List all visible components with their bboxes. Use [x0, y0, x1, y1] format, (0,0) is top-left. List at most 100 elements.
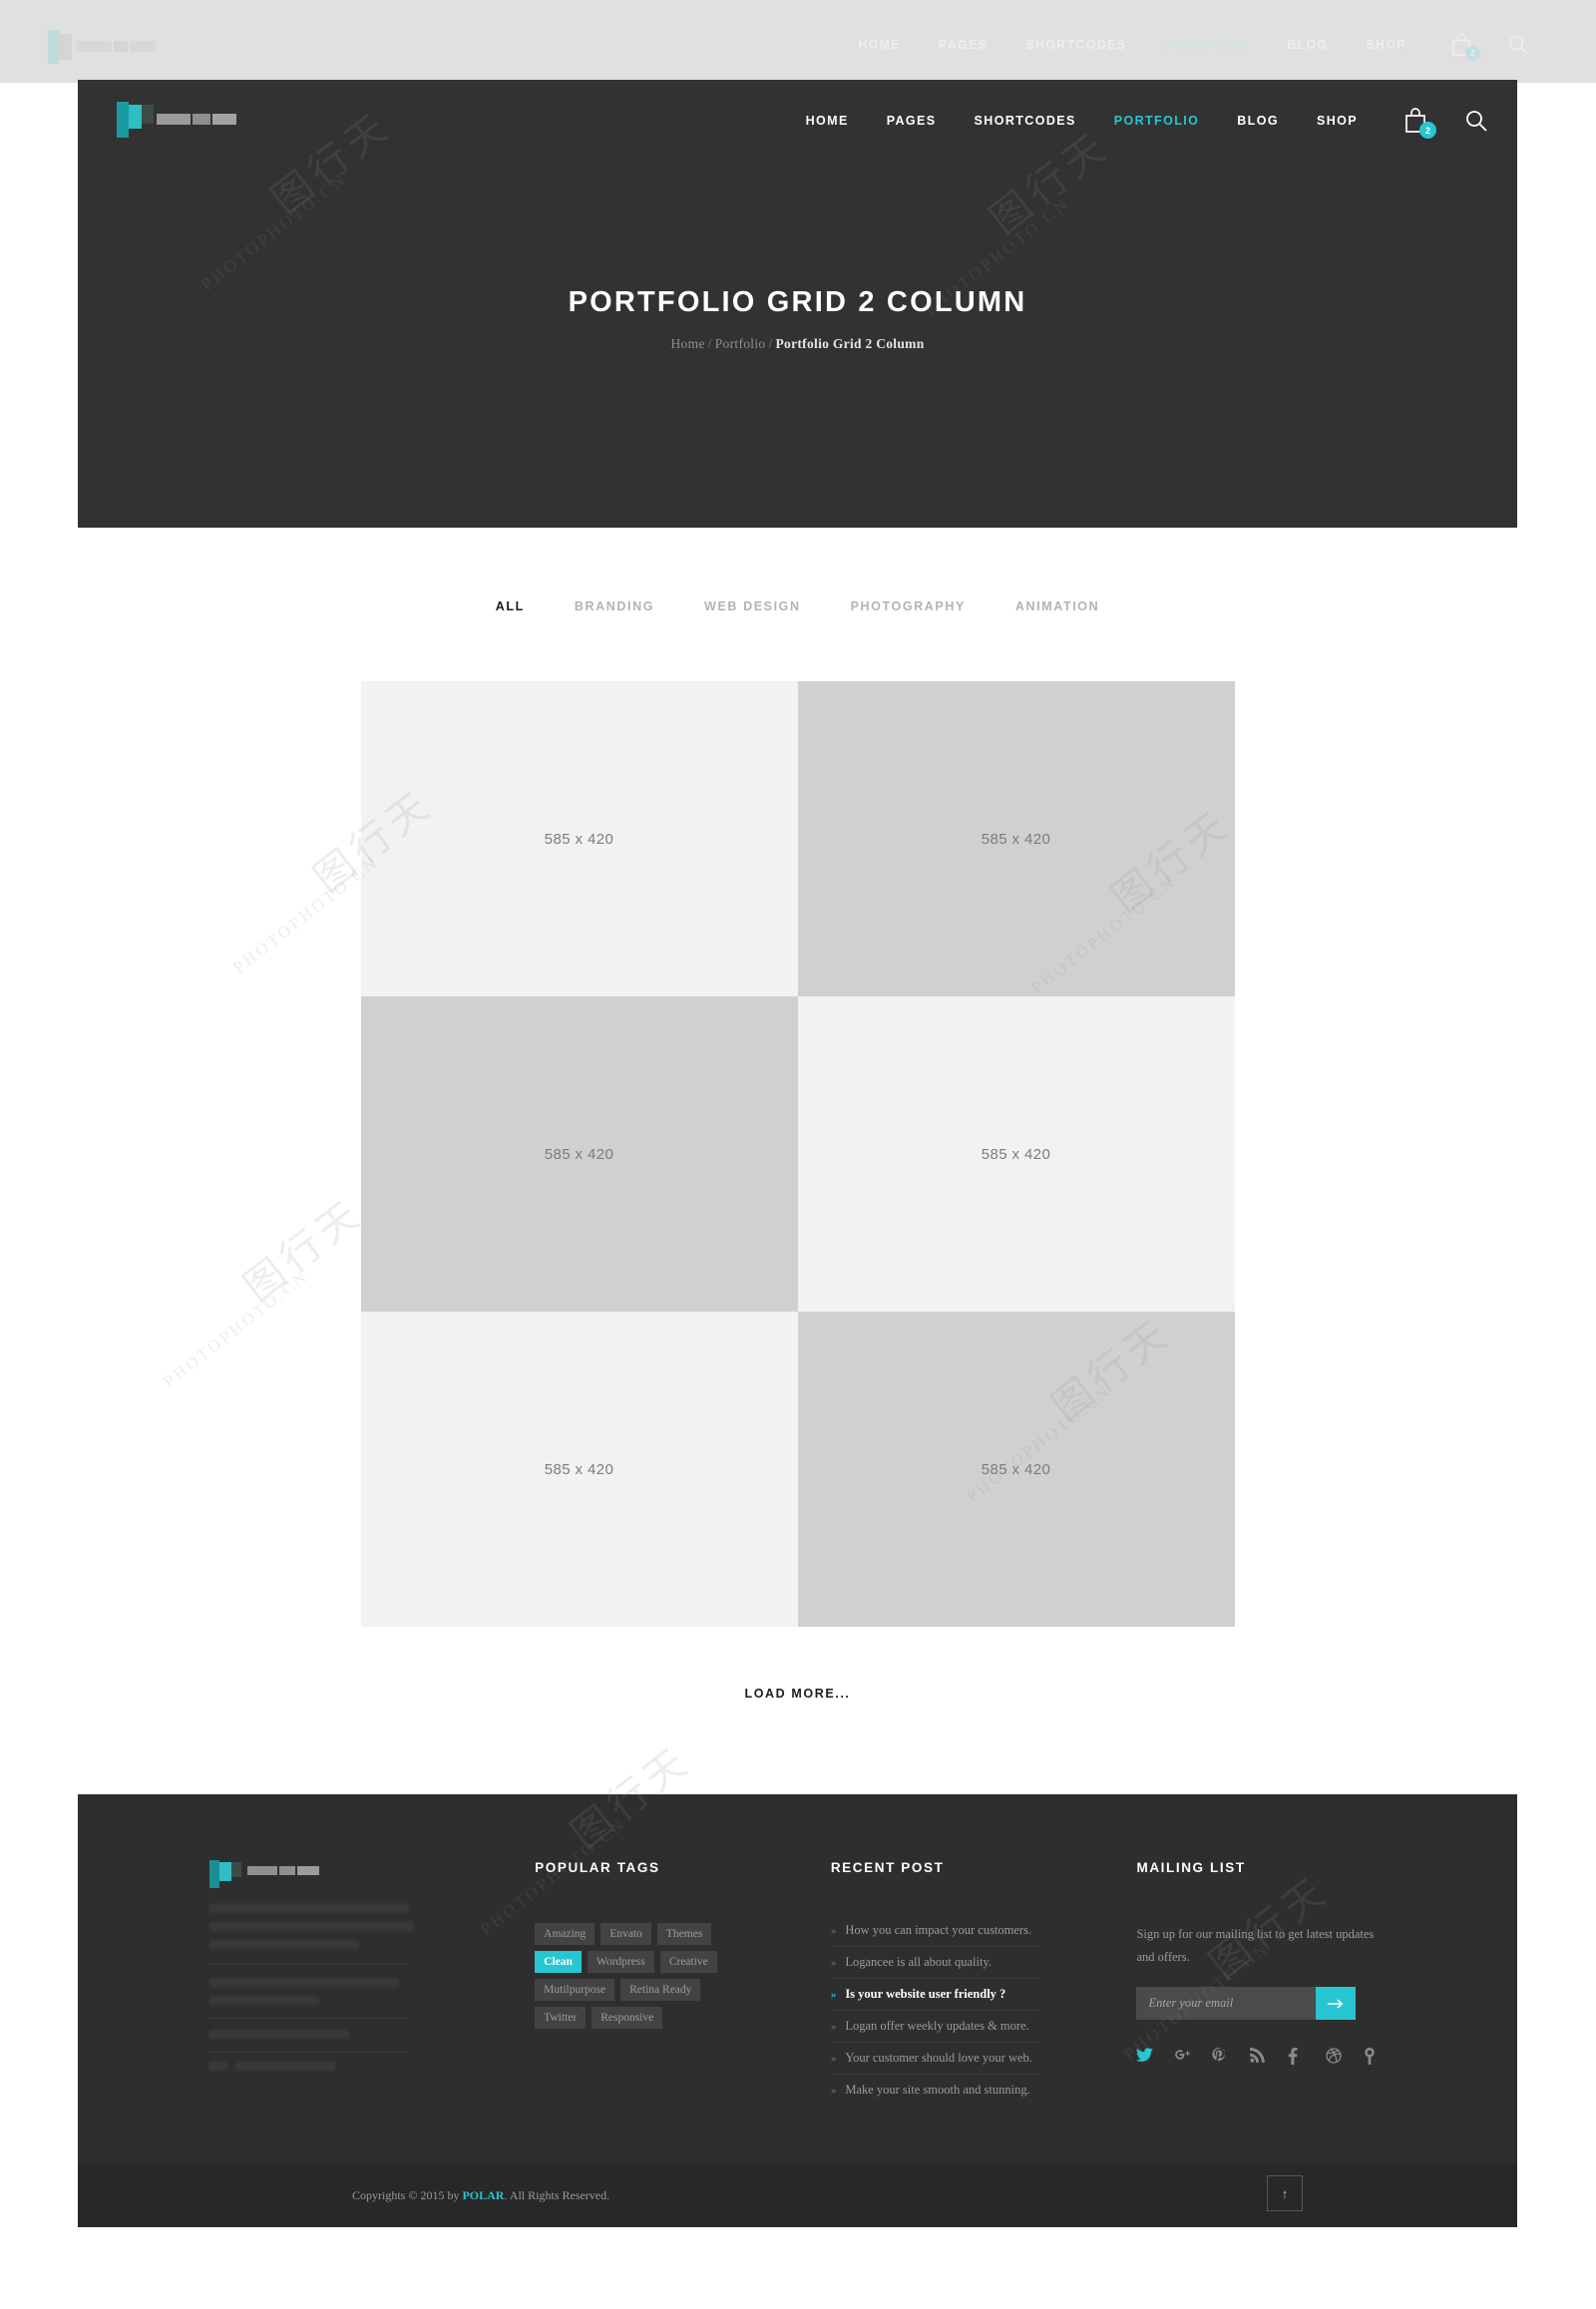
tag-list: Amazing Envato Themes Clean Wordpress Cr… — [535, 1923, 734, 2029]
bottom-ghost-text — [0, 2271, 1596, 2283]
ghost-nav-shop: SHOP — [1366, 38, 1406, 52]
ghost-nav-home: HOME — [858, 38, 901, 52]
nav-item-portfolio[interactable]: PORTFOLIO — [1114, 114, 1200, 128]
ghost-shopping-bag-icon: 2 — [1450, 33, 1480, 61]
tags-heading: POPULAR TAGS — [535, 1860, 660, 1875]
nav-item-pages[interactable]: PAGES — [887, 114, 937, 128]
email-input[interactable] — [1136, 1987, 1317, 2021]
mailing-form — [1136, 1987, 1357, 2021]
tag-envato[interactable]: Envato — [600, 1923, 651, 1945]
tag-wordpress[interactable]: Wordpress — [587, 1951, 654, 1973]
portfolio-item[interactable]: 585 x 420 — [797, 996, 1235, 1312]
tag-amazing[interactable]: Amazing — [535, 1923, 596, 1945]
recent-post-label: Logancee is all about quality. — [845, 1955, 993, 1969]
portfolio-item[interactable]: 585 x 420 — [360, 1312, 798, 1627]
portfolio-filters: ALL BRANDING WEB DESIGN PHOTOGRAPHY ANIM… — [78, 599, 1517, 613]
breadcrumb-portfolio[interactable]: Portfolio — [715, 336, 766, 351]
bottom-ghost-band — [0, 2226, 1596, 2309]
back-to-top-button[interactable]: ↑ — [1267, 2175, 1303, 2211]
arrow-right-icon — [1328, 1999, 1344, 2009]
recent-post-item[interactable]: » Your customer should love your web. — [830, 2043, 1040, 2075]
bullet-icon: » — [830, 2053, 837, 2065]
load-more-wrapper: LOAD MORE... — [78, 1685, 1517, 1794]
twitter-icon[interactable] — [1136, 2048, 1154, 2064]
site-footer: POPULAR TAGS Amazing Envato Themes Clean… — [78, 1737, 1517, 2227]
ghost-cart-badge: 2 — [1465, 46, 1480, 61]
filter-photography[interactable]: PHOTOGRAPHY — [851, 599, 966, 613]
main-navigation: HOME PAGES SHORTCODES PORTFOLIO BLOG SHO… — [768, 80, 1487, 162]
ghost-nav-pages: PAGES — [938, 38, 989, 52]
copyright-prefix: Copyrights © 2015 by — [352, 2187, 463, 2202]
breadcrumb: Home / Portfolio / Portfolio Grid 2 Column — [670, 336, 924, 352]
footer-recent-column: RECENT POST » How you can impact your cus… — [830, 1860, 1040, 2106]
footer-columns: POPULAR TAGS Amazing Envato Themes Clean… — [208, 1860, 1387, 2106]
bullet-icon: » — [830, 2085, 837, 2097]
ghost-logo — [40, 28, 219, 66]
nav-item-home[interactable]: HOME — [806, 114, 849, 128]
page-title: PORTFOLIO GRID 2 COLUMN — [568, 285, 1027, 318]
cart-count-badge: 2 — [1419, 122, 1436, 139]
social-links — [1136, 2048, 1386, 2066]
recent-post-item[interactable]: » Logancee is all about quality. — [830, 1947, 1040, 1979]
tag-clean[interactable]: Clean — [535, 1951, 582, 1973]
mailing-submit-button[interactable] — [1316, 1987, 1357, 2021]
mailing-description: Sign up for our mailing list to get late… — [1136, 1927, 1375, 1965]
shopping-bag-icon[interactable]: 2 — [1403, 108, 1436, 139]
recent-post-item[interactable]: » Logan offer weekly updates & more. — [830, 2011, 1040, 2043]
facebook-icon[interactable] — [1288, 2048, 1304, 2066]
nav-item-blog[interactable]: BLOG — [1237, 114, 1279, 128]
portfolio-item[interactable]: 585 x 420 — [797, 1312, 1235, 1627]
pinterest-icon[interactable] — [1212, 2048, 1228, 2064]
breadcrumb-sep-1: / — [707, 335, 712, 351]
top-ghost-band: HOME PAGES SHORTCODES PORTFOLIO BLOG SHO… — [0, 0, 1596, 83]
tag-creative[interactable]: Creative — [659, 1951, 717, 1973]
copyright-brand[interactable]: POLAR — [462, 2188, 504, 2202]
recent-post-label: Your customer should love your web. — [845, 2051, 1032, 2065]
recent-heading: RECENT POST — [830, 1860, 945, 1875]
recent-post-list: » How you can impact your customers. » Log… — [830, 1923, 1040, 2106]
footer-about-blurred — [208, 1860, 424, 2075]
recent-post-item[interactable]: » Make your site smooth and stunning. — [831, 2075, 1040, 2106]
site-logo[interactable] — [113, 102, 282, 138]
site-body: ALL BRANDING WEB DESIGN PHOTOGRAPHY ANIM… — [78, 528, 1517, 1794]
nav-item-shop[interactable]: SHOP — [1317, 114, 1358, 128]
ghost-search-icon — [1508, 35, 1528, 55]
rss-icon[interactable] — [1250, 2048, 1266, 2064]
tag-twitter[interactable]: Twitter — [535, 2007, 587, 2029]
mailing-heading: MAILING LIST — [1136, 1860, 1246, 1875]
copyright-bar: Copyrights © 2015 by POLAR. All Rights R… — [78, 2163, 1517, 2227]
recent-post-label: Is your website user friendly ? — [845, 1987, 1006, 2001]
ghost-nav: HOME PAGES SHORTCODES PORTFOLIO BLOG SHO… — [820, 33, 1528, 61]
nav-item-shortcodes[interactable]: SHORTCODES — [975, 114, 1076, 128]
portfolio-item[interactable]: 585 x 420 — [360, 996, 798, 1312]
tag-retina-ready[interactable]: Retina Ready — [620, 1979, 701, 2001]
recent-post-label: How you can impact your customers. — [845, 1923, 1032, 1937]
footer-mailing-column: MAILING LIST Sign up for our mailing lis… — [1136, 1860, 1386, 2066]
google-plus-icon[interactable] — [1174, 2048, 1191, 2064]
ghost-nav-shortcodes: SHORTCODES — [1025, 38, 1127, 52]
search-icon[interactable] — [1465, 110, 1487, 132]
portfolio-item[interactable]: 585 x 420 — [797, 681, 1235, 996]
filter-branding[interactable]: BRANDING — [575, 599, 654, 613]
footer-logo[interactable] — [208, 1860, 339, 1890]
filter-animation[interactable]: ANIMATION — [1015, 599, 1099, 613]
breadcrumb-current: Portfolio Grid 2 Column — [775, 335, 925, 351]
tag-mutilpurpose[interactable]: Mutilpurpose — [535, 1979, 615, 2001]
dribbble-icon[interactable] — [1326, 2048, 1343, 2064]
bullet-icon: » — [830, 1925, 837, 1937]
tag-themes[interactable]: Themes — [656, 1923, 712, 1945]
tag-responsive[interactable]: Responsive — [592, 2007, 663, 2029]
site-header: PORTFOLIO GRID 2 COLUMN Home / Portfolio / P… — [78, 80, 1517, 528]
portfolio-item[interactable]: 585 x 420 — [360, 681, 798, 996]
footer-about-column — [208, 1860, 439, 2075]
recent-post-item[interactable]: » How you can impact your customers. — [830, 1923, 1040, 1947]
recent-post-label: Make your site smooth and stunning. — [845, 2083, 1030, 2097]
flickr-icon[interactable] — [1364, 2048, 1380, 2066]
filter-web-design[interactable]: WEB DESIGN — [704, 599, 801, 613]
load-more-button[interactable]: LOAD MORE... — [744, 1687, 850, 1701]
breadcrumb-home[interactable]: Home — [670, 336, 704, 351]
portfolio-grid: 585 x 420 585 x 420 585 x 420 585 x 420 … — [360, 681, 1235, 1627]
site-frame: PORTFOLIO GRID 2 COLUMN Home / Portfolio / P… — [78, 80, 1517, 2227]
filter-all[interactable]: ALL — [496, 599, 525, 613]
recent-post-item[interactable]: » Is your website user friendly ? — [830, 1979, 1040, 2011]
